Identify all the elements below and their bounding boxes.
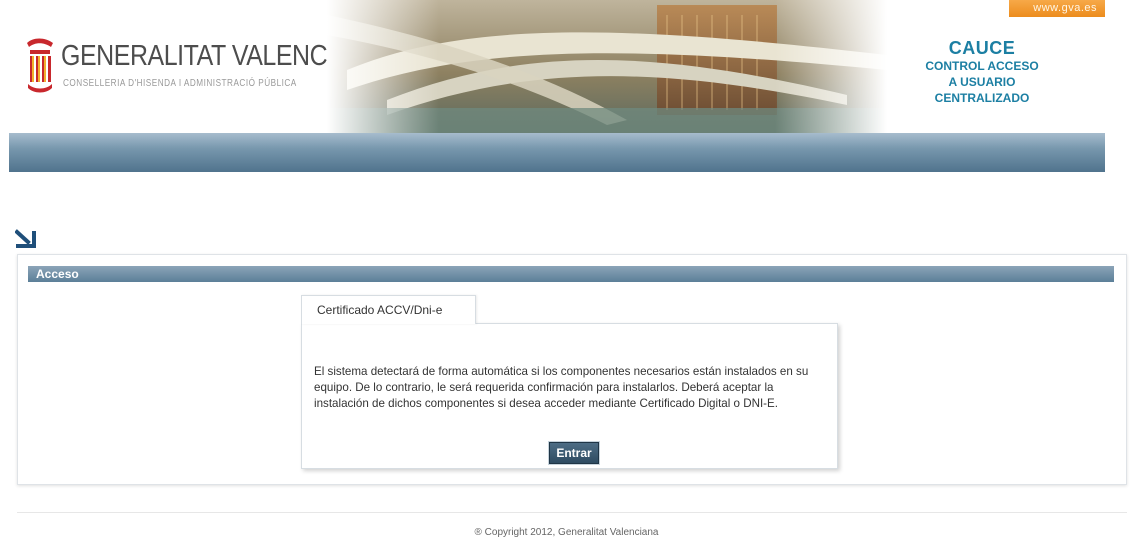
app-title-block: CAUCE CONTROL ACCESO A USUARIO CENTRALIZ… xyxy=(907,38,1057,106)
app-subtitle-line-3: CENTRALIZADO xyxy=(934,91,1030,105)
arrow-down-right-icon xyxy=(15,229,36,248)
header-photo xyxy=(327,0,887,133)
app-subtitle-line-2: A USUARIO xyxy=(948,75,1016,89)
footer-copyright: ® Copyright 2012, Generalitat Valenciana xyxy=(474,527,659,538)
header: GENERALITAT VALENCIANA CONSELLERIA D'HIS… xyxy=(9,0,1105,133)
navigation-bar xyxy=(9,133,1105,172)
app-subtitle-line-1: CONTROL ACCESO xyxy=(925,59,1039,73)
tab-certificado-accv[interactable]: Certificado ACCV/Dni-e xyxy=(301,295,476,324)
logo-subtitle: CONSELLERIA D'HISENDA I ADMINISTRACIÓ PÚ… xyxy=(63,78,297,89)
generalitat-logo[interactable]: GENERALITAT VALENCIANA CONSELLERIA D'HIS… xyxy=(24,38,384,108)
gva-website-link[interactable]: www.gva.es xyxy=(1009,0,1105,17)
generalitat-logo-icon xyxy=(27,38,53,93)
section-title-bar: Acceso xyxy=(28,266,1114,282)
footer-divider xyxy=(17,512,1127,513)
access-panel: Acceso Certificado ACCV/Dni-e El sistema… xyxy=(17,254,1127,485)
app-name: CAUCE xyxy=(948,38,1016,58)
enter-button[interactable]: Entrar xyxy=(549,442,599,464)
certificate-tab-panel: El sistema detectará de forma automática… xyxy=(301,323,838,469)
certificate-description: El sistema detectará de forma automática… xyxy=(314,365,809,410)
